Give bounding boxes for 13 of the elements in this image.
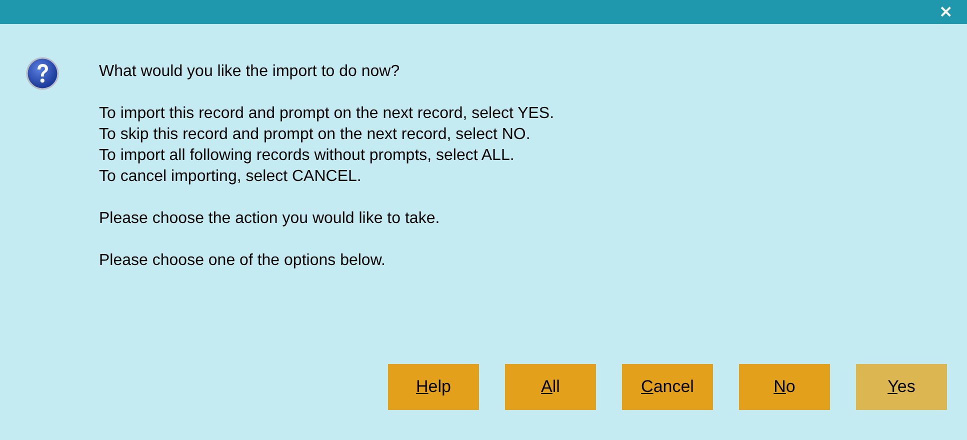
dialog-button[interactable]: Cancel	[622, 364, 713, 410]
message-text: Please choose the action you would like to take.	[99, 209, 441, 229]
message-text: To import all following records without prompts, select ALL.	[99, 146, 516, 166]
message-text: To import this record and prompt on the next record, select YES.	[99, 104, 554, 124]
message-text: What would you like the import to do now?	[99, 62, 401, 82]
dialog-button[interactable]: No	[739, 364, 830, 410]
question-icon	[26, 57, 59, 90]
dialog-button[interactable]: Help	[388, 364, 479, 410]
dialog-button[interactable]: Yes	[856, 364, 947, 410]
message-text: To cancel importing, select CANCEL.	[99, 167, 362, 187]
message-text: To skip this record and prompt on the next record, select NO.	[99, 125, 532, 145]
message-text: Please choose one of the options below.	[99, 251, 386, 271]
dialog-button[interactable]: All	[505, 364, 596, 410]
